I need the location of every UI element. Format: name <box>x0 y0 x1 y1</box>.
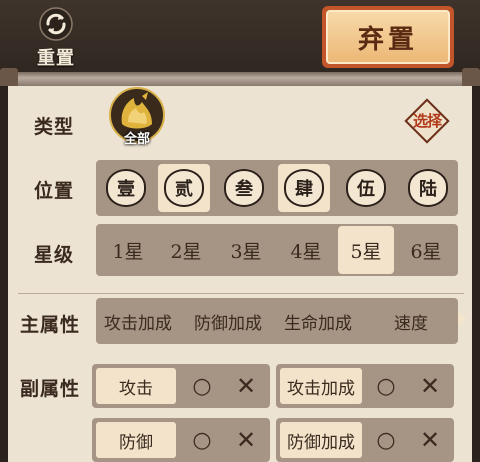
star-option-6[interactable]: 6星 <box>398 226 454 274</box>
sub-attr-exclude-button[interactable]: ✕ <box>224 368 268 404</box>
sub-attr-exclude-button[interactable]: ✕ <box>408 422 452 458</box>
scroll-rod <box>0 72 480 86</box>
type-all-button[interactable]: 全部 <box>108 84 166 147</box>
main-attr-option-2[interactable]: 防御加成 <box>194 298 262 344</box>
position-badge-1: 壹 <box>106 169 146 207</box>
star-row: 1星 2星 3星 4星 5星 6星 <box>96 224 458 276</box>
scroll-right-arrow-icon[interactable] <box>458 312 467 326</box>
sub-attr-include-button[interactable]: ○ <box>364 422 408 458</box>
sub-attr-item: 防御加成 ○ ✕ <box>276 418 454 462</box>
sub-attr-include-button[interactable]: ○ <box>364 368 408 404</box>
sub-attr-name: 防御 <box>96 422 176 458</box>
main-attr-option-3[interactable]: 生命加成 <box>284 298 352 344</box>
select-type-button[interactable]: 选择 <box>404 98 450 144</box>
sub-attr-name: 攻击加成 <box>280 368 362 404</box>
star-option-4[interactable]: 4星 <box>278 226 334 274</box>
refresh-icon <box>38 6 74 42</box>
sub-attr-item: 攻击 ○ ✕ <box>92 364 270 408</box>
star-option-3[interactable]: 3星 <box>218 226 274 274</box>
sub-attr-exclude-button[interactable]: ✕ <box>224 422 268 458</box>
right-edge <box>472 86 480 462</box>
position-badge-6: 陆 <box>408 169 448 207</box>
main-attr-row: 攻击加成 防御加成 生命加成 速度 <box>96 298 458 344</box>
star-label: 星级 <box>34 244 75 266</box>
star-option-2[interactable]: 2星 <box>158 226 214 274</box>
main-attr-label: 主属性 <box>20 314 81 336</box>
star-option-1[interactable]: 1星 <box>100 226 156 274</box>
discard-button[interactable]: 弃置 <box>322 6 454 68</box>
reset-label: 重置 <box>37 48 75 69</box>
discard-label: 弃置 <box>326 10 450 64</box>
sub-attr-exclude-button[interactable]: ✕ <box>408 368 452 404</box>
position-badge-2: 贰 <box>164 169 204 207</box>
position-badge-3: 叁 <box>224 169 264 207</box>
position-option-5[interactable]: 伍 <box>340 164 392 212</box>
position-option-3[interactable]: 叁 <box>218 164 270 212</box>
position-badge-4: 肆 <box>284 169 324 207</box>
position-option-6[interactable]: 陆 <box>402 164 454 212</box>
left-edge <box>0 86 8 462</box>
position-badge-5: 伍 <box>346 169 386 207</box>
position-option-4[interactable]: 肆 <box>278 164 330 212</box>
sub-attr-item: 攻击加成 ○ ✕ <box>276 364 454 408</box>
position-option-1[interactable]: 壹 <box>100 164 152 212</box>
sub-attr-label: 副属性 <box>20 378 81 400</box>
sub-attr-name: 防御加成 <box>280 422 362 458</box>
sub-attr-item: 防御 ○ ✕ <box>92 418 270 462</box>
main-attr-option-1[interactable]: 攻击加成 <box>104 298 172 344</box>
position-label: 位置 <box>34 180 75 202</box>
position-option-2[interactable]: 贰 <box>158 164 210 212</box>
position-row: 壹 贰 叁 肆 伍 陆 <box>96 160 458 216</box>
divider <box>18 293 464 294</box>
sub-attr-include-button[interactable]: ○ <box>180 422 224 458</box>
type-all-label: 全部 <box>123 132 150 147</box>
main-attr-option-4[interactable]: 速度 <box>394 298 428 344</box>
reset-button[interactable]: 重置 <box>28 6 84 69</box>
select-type-label: 选择 <box>412 112 442 130</box>
star-option-5[interactable]: 5星 <box>338 226 394 274</box>
sub-attr-name: 攻击 <box>96 368 176 404</box>
sub-attr-include-button[interactable]: ○ <box>180 368 224 404</box>
type-label: 类型 <box>34 116 75 138</box>
